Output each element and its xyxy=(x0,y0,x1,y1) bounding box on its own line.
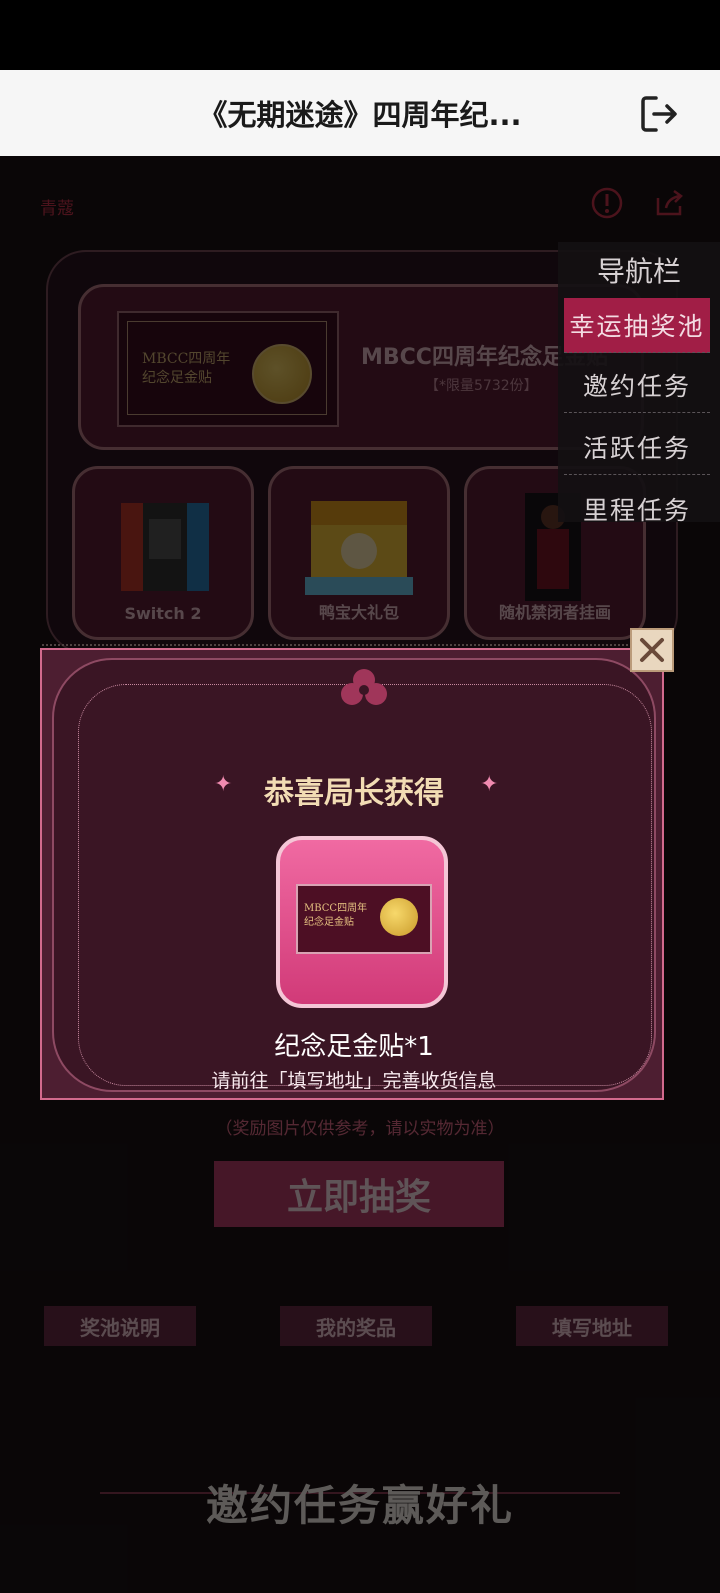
grand-prize-limit: 【*限量5732份】 xyxy=(425,378,538,394)
prize-label: 鸭宝大礼包 xyxy=(318,603,399,622)
nav-title: 导航栏 xyxy=(596,255,681,288)
gold-sticker-image: MBCC四周年 纪念足金贴 xyxy=(117,311,339,427)
draw-now-label: 立即抽奖 xyxy=(286,1176,431,1218)
emblem-icon xyxy=(341,669,387,705)
reward-hint: 请前往「填写地址」完善收货信息 xyxy=(211,1070,497,1092)
nav-item-mileage-tasks[interactable]: 里程任务 xyxy=(564,482,710,536)
prize-label: 随机禁闭者挂画 xyxy=(498,603,611,622)
my-prizes-button[interactable]: 我的奖品 xyxy=(280,1306,432,1346)
share-icon[interactable] xyxy=(652,186,686,220)
modal-frame: ✦ ✦ 恭喜局长获得 MBCC四周年 纪念足金贴 纪念足金贴*1 请前往「填写地… xyxy=(52,658,656,1092)
username: 青蔻 xyxy=(40,199,74,219)
disclaimer-note: （奖励图片仅供参考，请以实物为准） xyxy=(215,1119,505,1139)
gold-coin-icon xyxy=(380,898,418,936)
ticket-text: MBCC四周年 纪念足金贴 xyxy=(304,903,368,928)
page-title: 《无期迷途》四周年纪... xyxy=(198,98,522,132)
nav-item-lucky-draw[interactable]: 幸运抽奖池 xyxy=(564,298,710,353)
event-page: 青蔻 MBCC四周年 纪念足金贴 MBCC四周年纪念足金贴 【*限量5732份】… xyxy=(0,156,720,1593)
prize-label: Switch 2 xyxy=(124,604,202,623)
invite-section-title: 邀约任务赢好礼 xyxy=(205,1481,514,1530)
fill-address-button[interactable]: 填写地址 xyxy=(516,1306,668,1346)
pool-info-button[interactable]: 奖池说明 xyxy=(44,1306,196,1346)
modal-title: 恭喜局长获得 xyxy=(264,776,444,811)
nav-item-invite-tasks[interactable]: 邀约任务 xyxy=(564,358,710,413)
gift-box-icon xyxy=(305,501,413,595)
alert-icon[interactable] xyxy=(590,186,624,220)
prize-card-switch: Switch 2 xyxy=(72,466,254,640)
game-console-icon xyxy=(121,503,209,591)
close-icon xyxy=(640,638,664,662)
nav-item-active-tasks[interactable]: 活跃任务 xyxy=(564,420,710,475)
prize-card-gift-pack: 鸭宝大礼包 xyxy=(268,466,450,640)
divider xyxy=(42,644,672,646)
gold-sticker-image: MBCC四周年 纪念足金贴 xyxy=(296,884,432,954)
status-bar xyxy=(0,0,720,70)
side-nav: 导航栏 幸运抽奖池 邀约任务 活跃任务 里程任务 xyxy=(558,242,720,525)
title-bar: 《无期迷途》四周年纪... xyxy=(0,70,720,156)
reward-name: 纪念足金贴*1 xyxy=(274,1032,434,1062)
draw-now-button[interactable]: 立即抽奖 xyxy=(214,1161,504,1227)
ticket-text: MBCC四周年 纪念足金贴 xyxy=(142,351,231,386)
close-button[interactable] xyxy=(630,628,674,672)
exit-icon xyxy=(641,96,677,132)
reward-item-card: MBCC四周年 纪念足金贴 xyxy=(276,836,448,1008)
gold-coin-icon xyxy=(252,344,312,404)
reward-modal: ✦ ✦ 恭喜局长获得 MBCC四周年 纪念足金贴 纪念足金贴*1 请前往「填写地… xyxy=(40,648,664,1100)
exit-button[interactable] xyxy=(638,92,682,136)
